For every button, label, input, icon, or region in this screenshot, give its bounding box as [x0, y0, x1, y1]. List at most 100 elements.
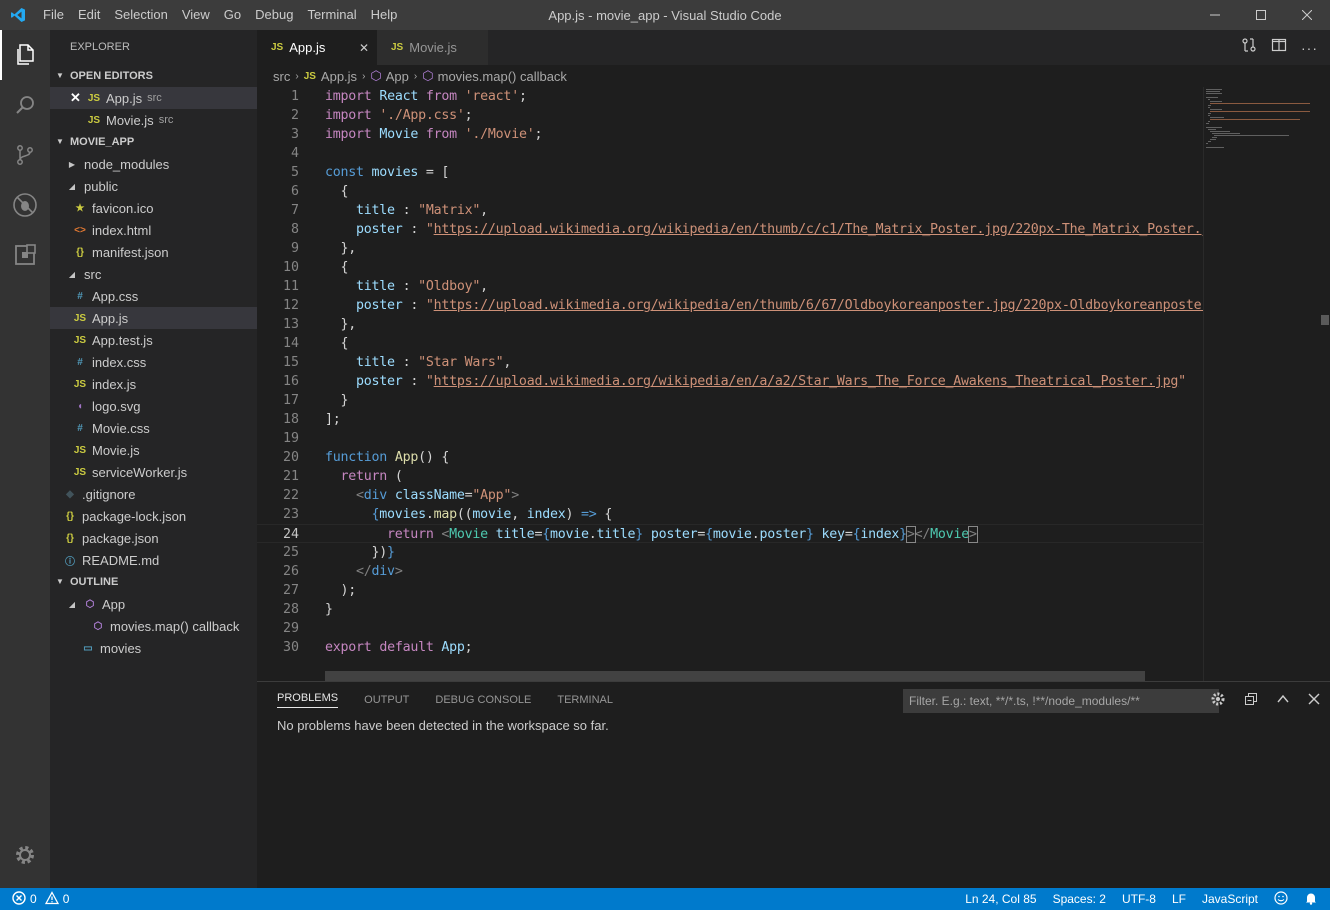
feedback-smiley-icon[interactable]	[1274, 890, 1288, 908]
outline-item[interactable]: ◢ ⬡ App	[50, 593, 257, 615]
vertical-scrollbar[interactable]	[1318, 87, 1330, 681]
outline-item[interactable]: ▭ movies	[50, 637, 257, 659]
extensions-icon[interactable]	[0, 230, 50, 280]
css-file-icon: #	[77, 422, 83, 434]
menu-go[interactable]: Go	[217, 0, 248, 30]
file-item[interactable]: # App.css	[50, 285, 257, 307]
menu-file[interactable]: File	[36, 0, 71, 30]
tab-debug-console[interactable]: DEBUG CONSOLE	[435, 694, 531, 706]
close-window-button[interactable]	[1284, 0, 1330, 30]
file-item[interactable]: ◖ logo.svg	[50, 395, 257, 417]
language-mode[interactable]: JavaScript	[1202, 892, 1258, 906]
chevron-right-icon: ›	[295, 70, 299, 82]
file-item[interactable]: # index.css	[50, 351, 257, 373]
breadcrumb-folder[interactable]: src	[273, 69, 290, 84]
indentation[interactable]: Spaces: 2	[1053, 892, 1106, 906]
project-header[interactable]: ▼ MOVIE_APP	[50, 131, 257, 153]
status-right: Ln 24, Col 85 Spaces: 2 UTF-8 LF JavaScr…	[965, 890, 1318, 908]
tab-problems[interactable]: PROBLEMS	[277, 692, 339, 708]
info-icon: ⓘ	[65, 556, 75, 568]
file-item[interactable]: JS Movie.js	[50, 439, 257, 461]
url-link[interactable]: https://upload.wikimedia.org/wikipedia/e…	[434, 374, 1179, 389]
code-line: 11 title : "Oldboy",	[282, 279, 488, 294]
error-icon	[12, 890, 26, 908]
minimap[interactable]	[1203, 87, 1318, 681]
code-line: 5 const movies = [	[290, 165, 450, 180]
breadcrumb-symbol[interactable]: movies.map() callback	[438, 69, 567, 84]
code-editor[interactable]: 1 import React from 'react'; 2 import './A…	[257, 87, 1203, 681]
js-file-icon: JS	[73, 312, 87, 324]
url-link[interactable]: https://upload.wikimedia.org/wikipedia/e…	[434, 298, 1203, 313]
code-line: 21 return (	[282, 469, 403, 484]
menu-debug[interactable]: Debug	[248, 0, 300, 30]
debug-icon[interactable]	[0, 180, 50, 230]
file-item[interactable]: JS index.js	[50, 373, 257, 395]
close-icon[interactable]: ✕	[359, 41, 369, 55]
outline-item[interactable]: ⬡ movies.map() callback	[50, 615, 257, 637]
problems-status[interactable]: 0 0	[0, 890, 70, 908]
file-item-selected[interactable]: JS App.js	[50, 307, 257, 329]
file-item[interactable]: # Movie.css	[50, 417, 257, 439]
code-line: 29	[282, 621, 299, 636]
tab-app-js[interactable]: JS App.js ✕	[257, 30, 377, 65]
explorer-icon[interactable]	[0, 30, 50, 80]
outline-header[interactable]: ▼ OUTLINE	[50, 571, 257, 593]
breadcrumb-symbol[interactable]: App	[386, 69, 409, 84]
breadcrumb-file[interactable]: App.js	[321, 69, 357, 84]
code-line: 30 export default App;	[282, 640, 473, 655]
problems-message: No problems have been detected in the wo…	[277, 718, 609, 733]
horizontal-scrollbar[interactable]	[325, 671, 1145, 681]
star-icon: ★	[75, 202, 85, 214]
tab-terminal[interactable]: TERMINAL	[557, 694, 613, 706]
chevron-up-icon[interactable]	[1276, 692, 1290, 711]
code-line: 8 poster : "https://upload.wikimedia.org…	[257, 220, 1203, 239]
source-control-icon[interactable]	[0, 130, 50, 180]
menu-help[interactable]: Help	[364, 0, 405, 30]
file-item[interactable]: ★ favicon.ico	[50, 197, 257, 219]
close-icon[interactable]: ✕	[70, 90, 86, 106]
file-item[interactable]: <> index.html	[50, 219, 257, 241]
open-editors-header[interactable]: ▼ OPEN EDITORS	[50, 65, 257, 87]
more-actions-icon[interactable]: ···	[1301, 40, 1318, 56]
warning-count: 0	[62, 892, 70, 906]
maximize-button[interactable]	[1238, 0, 1284, 30]
encoding[interactable]: UTF-8	[1122, 892, 1156, 906]
file-item[interactable]: ◆ .gitignore	[50, 483, 257, 505]
search-icon[interactable]	[0, 80, 50, 130]
open-editor-item[interactable]: ✕ JS App.js src	[50, 87, 257, 109]
folder-public[interactable]: ◢ public	[50, 175, 257, 197]
tab-output[interactable]: OUTPUT	[364, 694, 409, 706]
menu-view[interactable]: View	[175, 0, 217, 30]
status-bar: 0 0 Ln 24, Col 85 Spaces: 2 UTF-8 LF Jav…	[0, 888, 1330, 910]
settings-gear-icon[interactable]	[0, 830, 50, 880]
line-ending[interactable]: LF	[1172, 892, 1186, 906]
folder-node-modules[interactable]: ▶ node_modules	[50, 153, 257, 175]
filter-settings-icon[interactable]	[1210, 691, 1226, 712]
minimize-button[interactable]	[1192, 0, 1238, 30]
notifications-bell-icon[interactable]	[1304, 891, 1318, 908]
scrollbar-thumb[interactable]	[1321, 315, 1329, 325]
code-line: 22 <div className="App">	[282, 488, 519, 503]
js-file-icon: JS	[271, 42, 284, 53]
cursor-position[interactable]: Ln 24, Col 85	[965, 892, 1036, 906]
folder-src[interactable]: ◢ src	[50, 263, 257, 285]
problems-filter-input[interactable]: Filter. E.g.: text, **/*.ts, !**/node_mo…	[903, 689, 1219, 713]
menu-selection[interactable]: Selection	[107, 0, 174, 30]
file-item[interactable]: JS App.test.js	[50, 329, 257, 351]
code-line: 10 {	[282, 260, 349, 275]
open-editor-item[interactable]: JS Movie.js src	[50, 109, 257, 131]
file-item[interactable]: {} package-lock.json	[50, 505, 257, 527]
close-panel-icon[interactable]	[1308, 692, 1320, 710]
menu-terminal[interactable]: Terminal	[300, 0, 363, 30]
file-item[interactable]: JS serviceWorker.js	[50, 461, 257, 483]
split-editor-icon[interactable]	[1271, 37, 1287, 58]
file-item[interactable]: {} manifest.json	[50, 241, 257, 263]
url-link[interactable]: https://upload.wikimedia.org/wikipedia/e…	[434, 222, 1203, 237]
tab-movie-js[interactable]: JS Movie.js	[377, 30, 488, 65]
js-file-icon: JS	[73, 444, 87, 456]
menu-edit[interactable]: Edit	[71, 0, 107, 30]
file-item[interactable]: ⓘ README.md	[50, 549, 257, 571]
collapse-all-icon[interactable]	[1244, 692, 1258, 711]
open-changes-icon[interactable]	[1241, 37, 1257, 58]
file-item[interactable]: {} package.json	[50, 527, 257, 549]
